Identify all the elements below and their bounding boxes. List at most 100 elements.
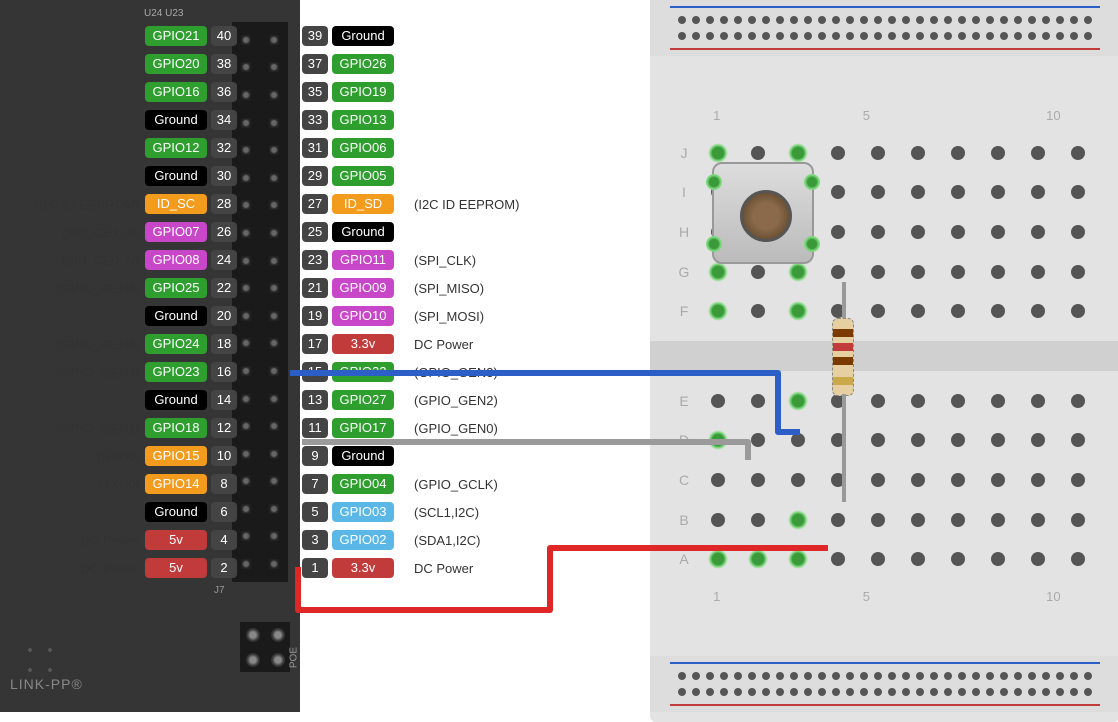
bb-hole — [938, 430, 978, 450]
bb-hole — [978, 549, 1018, 569]
col-numbers-bottom: 1510 — [650, 589, 1118, 604]
bb-hole — [1018, 262, 1058, 282]
pin-name: GPIO21 — [145, 26, 207, 46]
bb-hole — [1058, 473, 1098, 487]
pin-name: Ground — [145, 306, 207, 326]
bb-hole — [858, 225, 898, 239]
pin-number: 21 — [302, 278, 328, 298]
pin-number: 17 — [302, 334, 328, 354]
col-numbers-top: 1510 — [650, 108, 1118, 123]
bb-hole — [778, 510, 818, 530]
pin-number: 30 — [211, 166, 237, 186]
bb-hole — [818, 301, 858, 321]
pin-number: 1 — [302, 558, 328, 578]
pin-alt: (SPI_CE0_N) — [5, 253, 140, 268]
bb-row: B — [670, 502, 1100, 538]
bb-hole — [698, 473, 738, 487]
bb-hole — [818, 143, 858, 163]
bb-hole — [1058, 262, 1098, 282]
pin-alt: DC Power — [414, 561, 473, 576]
pin-number: 35 — [302, 82, 328, 102]
pin-name: ID_SD — [332, 194, 394, 214]
bb-hole — [698, 549, 738, 569]
pin-number: 11 — [302, 418, 328, 438]
pin-number: 32 — [211, 138, 237, 158]
bb-hole — [938, 262, 978, 282]
bb-hole — [818, 185, 858, 199]
bb-hole — [978, 185, 1018, 199]
pin-name: GPIO18 — [145, 418, 207, 438]
bb-hole — [738, 143, 778, 163]
pin-number: 37 — [302, 54, 328, 74]
bb-hole — [778, 262, 818, 282]
breadboard-gutter — [650, 341, 1118, 371]
bb-hole — [978, 301, 1018, 321]
pin-alt: DC Power — [5, 533, 140, 548]
pin-alt: DC Power — [414, 337, 473, 352]
bb-row: D — [670, 422, 1100, 458]
pin-number: 39 — [302, 26, 328, 46]
pushbutton[interactable] — [712, 162, 814, 264]
pin-number: 18 — [211, 334, 237, 354]
bb-hole — [1018, 510, 1058, 530]
pin-number: 13 — [302, 390, 328, 410]
pin-alt: (GPIO_GEN3) — [414, 365, 498, 380]
bb-hole — [738, 391, 778, 411]
pin-alt: (SPI_MOSI) — [414, 309, 484, 324]
header-silk-labels: U24 U23 — [144, 8, 184, 19]
pin-number: 34 — [211, 110, 237, 130]
pin-number: 10 — [211, 446, 237, 466]
pin-alt: (TXD0) — [5, 477, 140, 492]
pin-name: GPIO24 — [145, 334, 207, 354]
bb-row: A — [670, 541, 1100, 577]
bb-hole — [738, 301, 778, 321]
bb-hole — [778, 473, 818, 487]
pin-name: GPIO23 — [145, 362, 207, 382]
bb-hole — [738, 430, 778, 450]
pin-number: 38 — [211, 54, 237, 74]
pin-number: 25 — [302, 222, 328, 242]
bb-hole — [738, 549, 778, 569]
bb-hole — [818, 430, 858, 450]
pin-name: GPIO16 — [145, 82, 207, 102]
pin-alt: (GPIO_GEN2) — [414, 393, 498, 408]
bb-hole — [738, 262, 778, 282]
bb-hole — [858, 262, 898, 282]
breadboard: 1510 JIHGF EDCBA 1510 — [650, 0, 1118, 722]
pin-name: GPIO15 — [145, 446, 207, 466]
poe-header — [240, 622, 290, 672]
bb-hole — [898, 391, 938, 411]
bb-hole — [778, 391, 818, 411]
bb-row: F — [670, 293, 1100, 329]
pin-alt: (GPIO_GCLK) — [414, 477, 498, 492]
bb-hole — [898, 225, 938, 239]
bb-row: E — [670, 383, 1100, 419]
bb-hole — [858, 473, 898, 487]
pin-name: GPIO10 — [332, 306, 394, 326]
pin-name: GPIO19 — [332, 82, 394, 102]
pin-name: 3.3v — [332, 334, 394, 354]
pin-name: GPIO02 — [332, 530, 394, 550]
bb-hole — [938, 510, 978, 530]
bb-hole — [858, 510, 898, 530]
pin-name: GPIO03 — [332, 502, 394, 522]
pin-name: Ground — [145, 390, 207, 410]
pin-number: 8 — [211, 474, 237, 494]
pin-alt: (RXD0) — [5, 449, 140, 464]
rail-line-neg — [670, 6, 1100, 8]
bb-hole — [898, 473, 938, 487]
bb-hole — [858, 391, 898, 411]
bb-hole — [818, 225, 858, 239]
bb-hole — [898, 430, 938, 450]
pin-number: 28 — [211, 194, 237, 214]
pin-number: 2 — [211, 558, 237, 578]
bb-hole — [1018, 391, 1058, 411]
bb-hole — [858, 430, 898, 450]
bb-hole — [778, 301, 818, 321]
bb-hole — [978, 391, 1018, 411]
bb-hole — [938, 549, 978, 569]
bb-hole — [938, 473, 978, 487]
pin-alt: (GPIO_GEN1) — [5, 421, 140, 436]
bb-hole — [1058, 301, 1098, 321]
pin-alt: (SCL1,I2C) — [414, 505, 479, 520]
